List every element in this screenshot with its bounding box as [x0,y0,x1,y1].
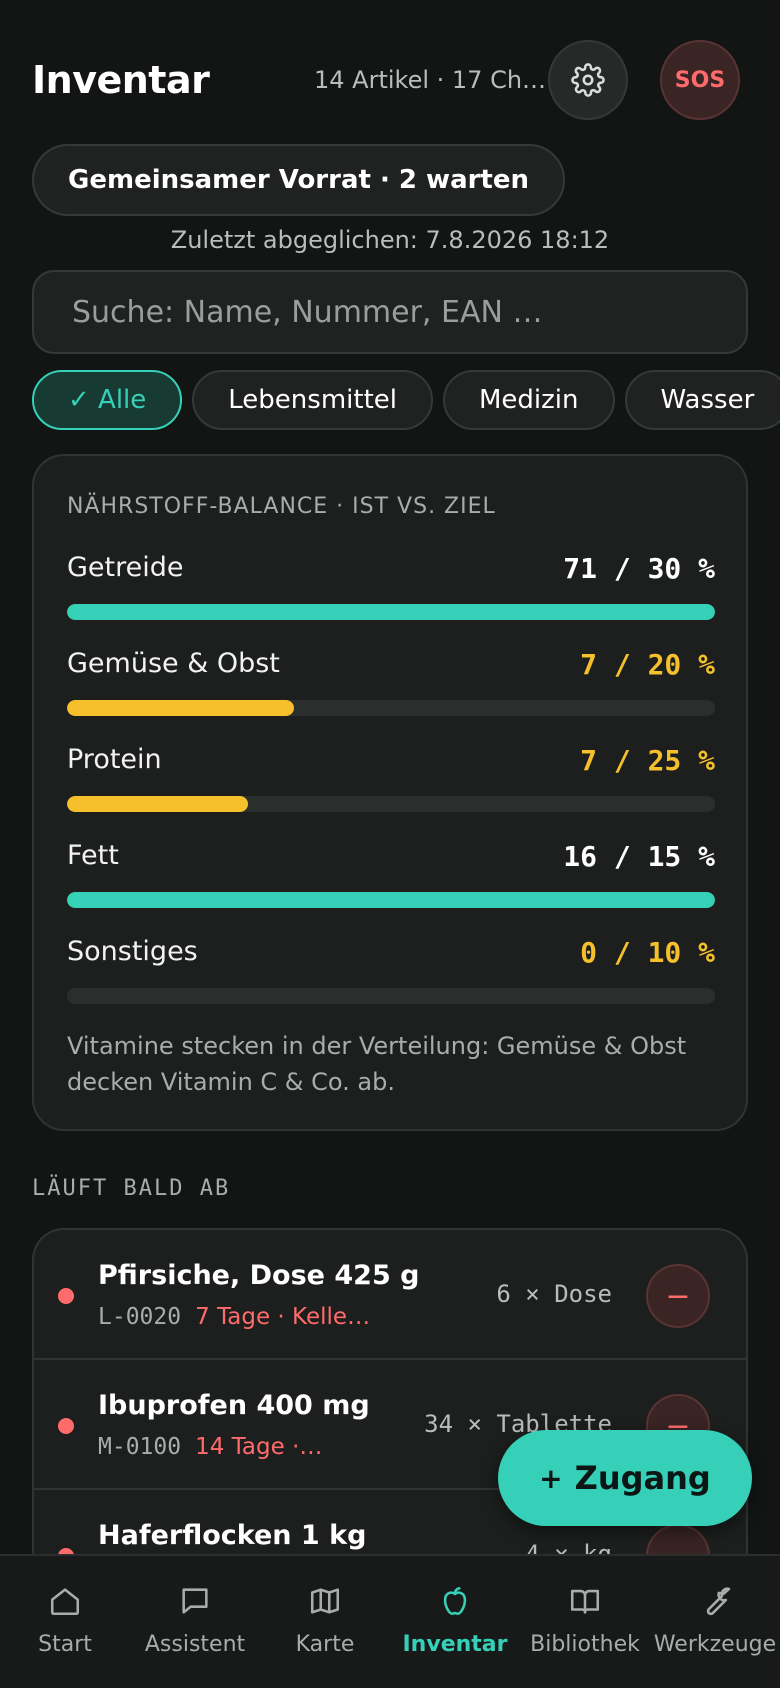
wrench-icon [706,1587,731,1616]
list-item[interactable]: Pfirsiche, Dose 425 g L-0020 7 Tage · Kel… [34,1230,746,1360]
filter-medicine[interactable]: Medizin [443,370,615,430]
nutrient-label: Getreide [67,552,184,583]
decrement-button[interactable]: − [646,1524,710,1558]
item-name: Ibuprofen 400 mg [98,1390,370,1421]
nutrient-balance-card: NÄHRSTOFF-BALANCE · IST VS. ZIEL Getreid… [32,454,748,1131]
gear-icon [571,63,605,97]
nutrient-value: 71 / 30 % [563,552,715,585]
nav-label: Inventar [402,1632,508,1657]
home-icon [50,1588,80,1616]
inventory-summary: 14 Artikel · 17 Ch… [314,66,547,94]
nav-tools[interactable]: Werkzeuge [650,1556,780,1688]
nav-start[interactable]: Start [0,1556,130,1688]
plus-icon: + [539,1461,563,1495]
item-name: Pfirsiche, Dose 425 g [98,1260,420,1291]
nav-label: Karte [295,1632,355,1657]
progress-track [67,892,715,908]
map-icon [310,1588,340,1614]
progress-track [67,604,715,620]
progress-fill [67,604,715,620]
item-quantity: 6 × Dose [496,1280,612,1308]
expiry-warning: 7 Tage · Kelle… [195,1304,371,1330]
shared-supply-chip[interactable]: Gemeinsamer Vorrat · 2 warten [32,144,566,216]
nav-inventory[interactable]: Inventar [390,1556,520,1688]
last-sync-text: Zuletzt abgeglichen: 7.8.2026 18:12 [170,226,610,254]
decrement-button[interactable]: − [646,1264,710,1328]
nutrient-row: Getreide 71 / 30 % [67,552,715,632]
nav-label: Bibliothek [530,1632,640,1657]
nutrient-value: 0 / 10 % [580,936,715,969]
nutrient-label: Protein [67,744,162,775]
nutrient-row: Fett 16 / 15 % [67,840,715,920]
expiry-warning: 14 Tage · … [195,1434,326,1460]
nutrient-label: Sonstiges [67,936,198,967]
nav-label: Werkzeuge [653,1632,777,1657]
card-title: NÄHRSTOFF-BALANCE · IST VS. ZIEL [67,494,496,519]
item-details: M-0100 14 Tage · … [98,1434,325,1460]
progress-fill [67,700,294,716]
progress-track [67,796,715,812]
chat-icon [182,1588,208,1614]
search-input[interactable] [72,294,708,330]
nutrient-row: Protein 7 / 25 % [67,744,715,824]
vitamin-note: Vitamine stecken in der Verteilung: Gemü… [67,1032,687,1096]
nutrient-value: 16 / 15 % [563,840,715,873]
book-icon [570,1589,600,1614]
nutrient-label: Fett [67,840,119,871]
nav-library[interactable]: Bibliothek [520,1556,650,1688]
apple-icon [443,1586,467,1616]
item-code: M-0100 [98,1434,182,1460]
add-entry-button[interactable]: + Zugang [498,1430,752,1526]
bottom-navigation: Start Assistent Karte Inventar Bibliothe… [0,1554,780,1688]
nutrient-row: Sonstiges 0 / 10 % [67,936,715,1016]
settings-button[interactable] [548,40,628,120]
header: Inventar 14 Artikel · 17 Ch… SOS [32,40,748,120]
nav-label: Assistent [144,1632,246,1657]
page-title: Inventar [32,58,210,102]
sos-button[interactable]: SOS [660,40,740,120]
status-dot [58,1288,74,1304]
progress-track [67,700,715,716]
progress-fill [67,796,249,812]
progress-fill [67,892,715,908]
add-entry-label: Zugang [574,1459,711,1497]
item-code: L-0020 [98,1304,182,1330]
filter-food[interactable]: Lebensmittel [192,370,433,430]
filter-all[interactable]: ✓ Alle [32,370,183,430]
item-details: L-0020 7 Tage · Kelle… [98,1304,370,1330]
category-filters: ✓ Alle Lebensmittel Medizin Wasser [32,370,780,430]
nutrient-value: 7 / 20 % [580,648,715,681]
status-dot [58,1418,74,1434]
item-name: Haferflocken 1 kg [98,1520,367,1551]
expiring-section-title: LÄUFT BALD AB [32,1176,231,1201]
filter-water[interactable]: Wasser [624,370,780,430]
nav-map[interactable]: Karte [260,1556,390,1688]
progress-track [67,988,715,1004]
search-field[interactable] [32,270,748,354]
nav-assistant[interactable]: Assistent [130,1556,260,1688]
nutrient-value: 7 / 25 % [580,744,715,777]
nutrient-label: Gemüse & Obst [67,648,280,679]
nutrient-row: Gemüse & Obst 7 / 20 % [67,648,715,728]
nav-label: Start [38,1632,92,1657]
